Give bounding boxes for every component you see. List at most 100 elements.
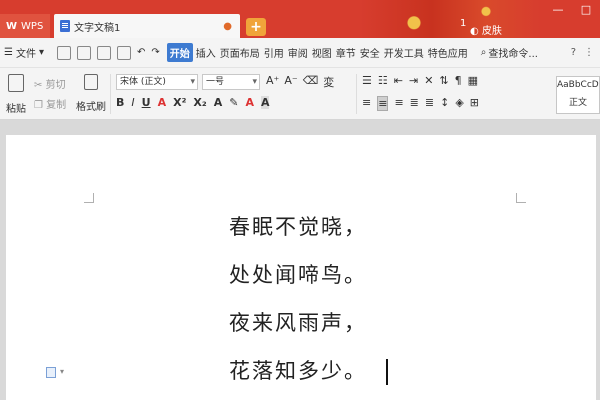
grow-font-icon[interactable]: A⁺ xyxy=(266,74,279,90)
festive-banner xyxy=(360,0,540,38)
cut-button[interactable]: ✂ 剪切 xyxy=(34,76,66,96)
skin-icon: ◐ xyxy=(470,26,479,37)
shading-icon[interactable]: ◈ xyxy=(455,96,463,111)
align-right-icon[interactable]: ≡ xyxy=(394,96,403,111)
paste-button[interactable]: 粘贴 xyxy=(2,74,30,115)
borders-icon[interactable]: ⊞ xyxy=(470,96,479,111)
notification-badge[interactable]: 1 xyxy=(460,18,466,29)
tab-review[interactable]: 审阅 xyxy=(287,43,309,62)
style-name: 正文 xyxy=(568,98,587,108)
more-icon[interactable]: ⋮ xyxy=(584,47,594,58)
poem-line: 花落知多少。 xyxy=(229,359,367,383)
bullet-list-icon[interactable]: ☰ xyxy=(362,74,372,87)
divider xyxy=(356,74,357,114)
scissors-icon: ✂ xyxy=(34,80,43,91)
chinese-layout-icon[interactable]: ✕ xyxy=(424,74,433,87)
paste-label: 粘贴 xyxy=(6,104,26,115)
format-painter-button[interactable]: 格式刷 xyxy=(76,74,106,113)
redo-icon[interactable]: ↷ xyxy=(151,47,159,58)
text-cursor xyxy=(386,359,388,385)
char-shading-icon[interactable]: A xyxy=(260,96,270,109)
font-row1-tools: A⁺ A⁻ ⌫ 変 xyxy=(266,74,334,90)
hamburger-icon: ☰ xyxy=(4,47,13,58)
tab-references[interactable]: 引用 xyxy=(263,43,285,62)
superscript-icon[interactable]: X² xyxy=(173,96,186,109)
subscript-icon[interactable]: X₂ xyxy=(193,96,206,109)
poem-line: 春眠不觉晓， xyxy=(229,215,367,239)
command-search[interactable]: ⌕ 查找命令... xyxy=(481,45,538,60)
undo-icon[interactable]: ↶ xyxy=(137,47,145,58)
clipboard-icon xyxy=(8,74,24,92)
line-spacing-icon[interactable]: ↕ xyxy=(440,96,449,111)
chevron-down-icon: ▾ xyxy=(38,47,44,58)
align-left-icon[interactable]: ≡ xyxy=(362,96,371,111)
decrease-indent-icon[interactable]: ⇤ xyxy=(394,74,403,87)
print-preview-icon[interactable] xyxy=(117,45,131,60)
wps-logo-icon: W xyxy=(6,20,18,32)
print-icon[interactable] xyxy=(97,45,111,60)
home-ribbon: 粘贴 ✂ 剪切 ❐ 复制 格式刷 宋体 (正文) 一号 A⁺ A⁻ ⌫ 変 B … xyxy=(0,68,600,120)
cut-copy-group: ✂ 剪切 ❐ 复制 xyxy=(34,76,66,116)
copy-button[interactable]: ❐ 复制 xyxy=(34,96,66,116)
tab-section[interactable]: 章节 xyxy=(335,43,357,62)
menu-right-controls: ? ⋮ xyxy=(571,47,594,58)
file-menu[interactable]: ☰ 文件 ▾ xyxy=(4,45,44,60)
text-effect-icon[interactable]: A xyxy=(214,96,223,109)
wps-home-tab[interactable]: W WPS xyxy=(0,14,50,38)
style-normal[interactable]: AaBbCcDd 正文 xyxy=(556,76,600,114)
paragraph-row1-tools: ☰ ☷ ⇤ ⇥ ✕ ⇅ ¶ ▦ xyxy=(362,74,478,87)
font-row2-tools: B I U A X² X₂ A ✎ A A xyxy=(116,96,270,109)
clear-format-icon[interactable]: ⌫ xyxy=(303,74,319,90)
maximize-button[interactable]: □ xyxy=(572,0,600,20)
italic-icon[interactable]: I xyxy=(131,96,134,109)
minimize-button[interactable]: — xyxy=(544,0,572,20)
poem-line: 处处闻啼鸟。 xyxy=(229,263,367,287)
tab-special-apps[interactable]: 特色应用 xyxy=(427,43,469,62)
tab-security[interactable]: 安全 xyxy=(359,43,381,62)
increase-indent-icon[interactable]: ⇥ xyxy=(409,74,418,87)
margin-marker xyxy=(516,193,526,203)
numbered-list-icon[interactable]: ☷ xyxy=(378,74,388,87)
font-size-select[interactable]: 一号 xyxy=(202,74,260,90)
chevron-down-icon[interactable]: ▾ xyxy=(60,367,64,376)
save-icon[interactable] xyxy=(57,45,71,60)
strikethrough-icon[interactable]: A xyxy=(158,96,167,109)
tab-developer[interactable]: 开发工具 xyxy=(383,43,425,62)
document-page[interactable]: 春眠不觉晓， 处处闻啼鸟。 夜来风雨声， 花落知多少。 ▾ xyxy=(6,135,596,400)
format-painter-icon xyxy=(84,74,98,90)
new-tab-button[interactable]: + xyxy=(246,18,266,36)
underline-icon[interactable]: U xyxy=(142,96,151,109)
shrink-font-icon[interactable]: A⁻ xyxy=(284,74,297,90)
tab-home[interactable]: 开始 xyxy=(166,43,193,62)
sort-icon[interactable]: ⇅ xyxy=(439,74,448,87)
distributed-icon[interactable]: ≣ xyxy=(425,96,434,111)
paragraph-layout-icon[interactable] xyxy=(46,367,56,378)
window-controls: — □ xyxy=(544,0,600,20)
bold-icon[interactable]: B xyxy=(116,96,124,109)
ribbon-tabs: 开始 插入 页面布局 引用 审阅 视图 章节 安全 开发工具 特色应用 xyxy=(166,43,469,62)
menu-bar: ☰ 文件 ▾ ↶ ↷ 开始 插入 页面布局 引用 审阅 视图 章节 安全 开发工… xyxy=(0,38,600,68)
tab-view[interactable]: 视图 xyxy=(311,43,333,62)
poem-text[interactable]: 春眠不觉晓， 处处闻啼鸟。 夜来风雨声， 花落知多少。 xyxy=(229,215,367,400)
margin-marker xyxy=(84,193,94,203)
table-icon[interactable]: ▦ xyxy=(468,74,478,87)
tab-insert[interactable]: 插入 xyxy=(195,43,217,62)
phonetic-guide-icon[interactable]: 変 xyxy=(323,74,334,90)
skin-button[interactable]: ◐ 皮肤 xyxy=(470,22,502,37)
help-icon[interactable]: ? xyxy=(571,47,576,58)
show-marks-icon[interactable]: ¶ xyxy=(455,74,462,87)
divider xyxy=(110,74,111,114)
paragraph-row2-tools: ≡ ≡ ≡ ≣ ≣ ↕ ◈ ⊞ xyxy=(362,96,479,111)
tab-page-layout[interactable]: 页面布局 xyxy=(219,43,261,62)
wps-tab-label: WPS xyxy=(21,20,44,32)
font-name-select[interactable]: 宋体 (正文) xyxy=(116,74,198,90)
font-color-icon[interactable]: A xyxy=(245,96,254,109)
copy-icon: ❐ xyxy=(34,100,43,111)
document-tab-label: 文字文稿1 xyxy=(74,22,121,34)
export-pdf-icon[interactable] xyxy=(77,45,91,60)
highlight-icon[interactable]: ✎ xyxy=(229,96,238,109)
document-tab[interactable]: 文字文稿1 ● xyxy=(54,14,240,38)
tab-close-icon[interactable]: ● xyxy=(223,21,232,32)
justify-icon[interactable]: ≣ xyxy=(410,96,419,111)
align-center-icon[interactable]: ≡ xyxy=(377,96,389,111)
